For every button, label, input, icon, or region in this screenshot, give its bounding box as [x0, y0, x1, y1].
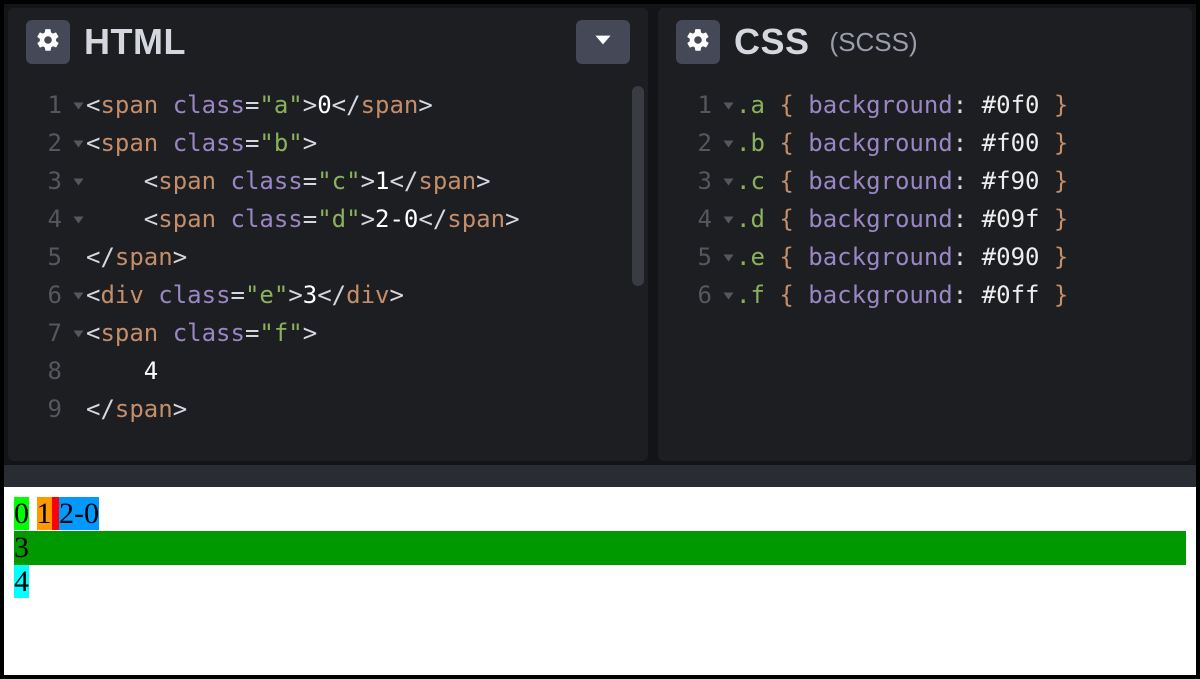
code-line[interactable]: <span class="c">1</span> [86, 162, 634, 200]
code-line[interactable]: <span class="a">0</span> [86, 86, 634, 124]
code-line[interactable]: <span class="d">2-0</span> [86, 200, 634, 238]
css-settings-button[interactable] [676, 20, 720, 64]
html-panel-title: HTML [84, 21, 186, 63]
workspace: HTML 123456789 <span class="a">0</span><… [4, 4, 1196, 675]
code-line[interactable]: .b { background: #f00 } [736, 124, 1178, 162]
html-panel-header: HTML [8, 8, 648, 76]
line-number: 2 [8, 124, 70, 162]
html-editor[interactable]: 123456789 <span class="a">0</span><span … [8, 76, 648, 461]
preview-span-f: 4 [14, 565, 29, 598]
line-number: 5 [8, 238, 70, 276]
line-number: 4 [8, 200, 70, 238]
line-number: 3 [658, 162, 720, 200]
css-gutter: 123456 [658, 86, 720, 314]
html-code[interactable]: <span class="a">0</span><span class="b">… [86, 86, 634, 428]
code-line[interactable]: <span class="b"> [86, 124, 634, 162]
preview-span-b: 1 2-0 [37, 497, 100, 530]
line-number: 4 [658, 200, 720, 238]
code-line[interactable]: </span> [86, 238, 634, 276]
css-panel-header: CSS (SCSS) [658, 8, 1192, 76]
line-number: 1 [658, 86, 720, 124]
line-number: 7 [8, 314, 70, 352]
preview-div-e: 3 [14, 531, 1186, 565]
css-panel-title: CSS [734, 21, 810, 63]
code-line[interactable]: <div class="e">3</div> [86, 276, 634, 314]
preview-span-c: 1 [37, 497, 52, 530]
code-line[interactable]: </span> [86, 390, 634, 428]
line-number: 9 [8, 390, 70, 428]
line-number: 2 [658, 124, 720, 162]
line-number: 8 [8, 352, 70, 390]
css-editor[interactable]: 123456 .a { background: #0f0 }.b { backg… [658, 76, 1192, 461]
preview-pane: 0 1 2-0 3 4 [4, 487, 1196, 675]
line-number: 5 [658, 238, 720, 276]
line-number: 1 [8, 86, 70, 124]
line-number: 6 [8, 276, 70, 314]
html-settings-button[interactable] [26, 20, 70, 64]
code-line[interactable]: .e { background: #090 } [736, 238, 1178, 276]
css-code[interactable]: .a { background: #0f0 }.b { background: … [736, 86, 1178, 314]
code-line[interactable]: .d { background: #09f } [736, 200, 1178, 238]
preview-span-a: 0 [14, 497, 29, 530]
gear-icon [685, 27, 711, 58]
editors-row: HTML 123456789 <span class="a">0</span><… [4, 4, 1196, 465]
code-line[interactable]: 4 [86, 352, 634, 390]
css-panel-subtitle: (SCSS) [830, 27, 918, 58]
code-line[interactable]: .c { background: #f90 } [736, 162, 1178, 200]
resize-handle[interactable] [4, 465, 1196, 487]
html-panel-menu-button[interactable] [576, 20, 630, 64]
code-line[interactable]: .f { background: #0ff } [736, 276, 1178, 314]
code-line[interactable]: .a { background: #0f0 } [736, 86, 1178, 124]
line-number: 3 [8, 162, 70, 200]
line-number: 6 [658, 276, 720, 314]
chevron-down-icon [590, 27, 616, 58]
css-panel: CSS (SCSS) 123456 .a { background: #0f0 … [658, 8, 1192, 461]
code-line[interactable]: <span class="f"> [86, 314, 634, 352]
html-gutter: 123456789 [8, 86, 70, 428]
gear-icon [35, 27, 61, 58]
html-panel: HTML 123456789 <span class="a">0</span><… [8, 8, 648, 461]
preview-span-d: 2-0 [59, 497, 99, 530]
